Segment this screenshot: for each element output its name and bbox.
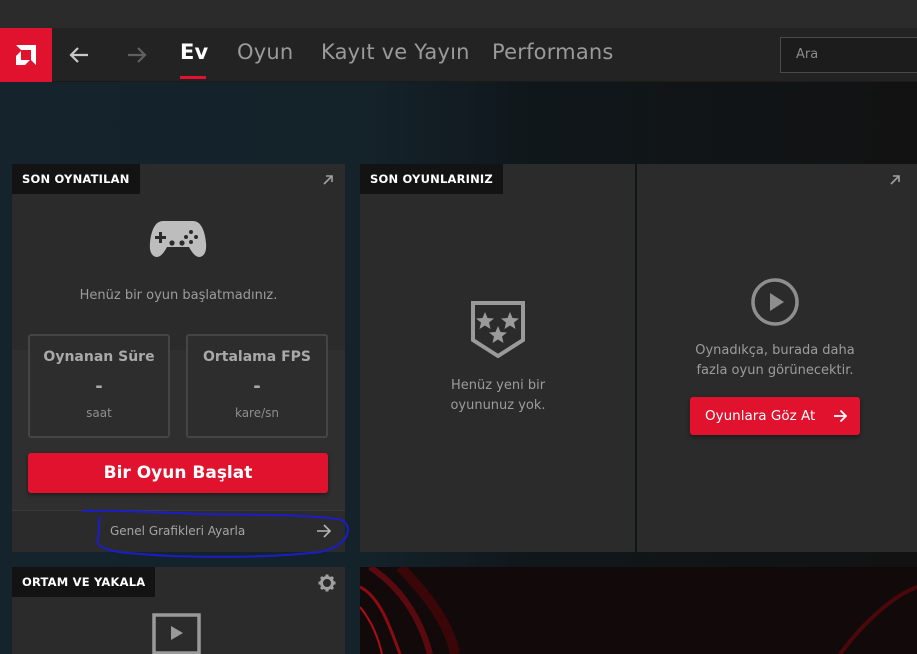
- arrow-right-icon: [834, 409, 848, 423]
- recent-games-card: SON OYUNLARINIZ Henüz yeni bir oyununuz …: [360, 164, 635, 552]
- top-navigation: Ev Oyun Kayıt ve Yayın Performans Ara: [0, 28, 917, 82]
- gear-icon[interactable]: [318, 574, 336, 592]
- expand-icon[interactable]: [321, 173, 335, 187]
- stat-unit: saat: [86, 406, 112, 420]
- tab-oyun[interactable]: Oyun: [237, 40, 293, 64]
- more-games-panel: Oynadıkça, burada daha fazla oyun görüne…: [637, 164, 917, 552]
- stat-value: -: [95, 376, 103, 397]
- average-fps-box: Ortalama FPS - kare/sn: [186, 334, 328, 438]
- recently-played-tag: SON OYNATILAN: [12, 164, 140, 194]
- stat-title: Oynanan Süre: [43, 349, 155, 365]
- stat-unit: kare/sn: [234, 406, 280, 420]
- media-capture-card: ORTAM VE YAKALA: [12, 567, 345, 654]
- no-game-text: Henüz bir oyun başlatmadınız.: [79, 288, 278, 303]
- tab-kayit-ve-yayin[interactable]: Kayıt ve Yayın: [321, 40, 470, 64]
- active-tab-indicator: [180, 76, 206, 79]
- promo-banner[interactable]: [360, 567, 917, 654]
- search-input[interactable]: Ara: [780, 37, 917, 73]
- recent-games-tag: SON OYUNLARINIZ: [360, 164, 503, 194]
- stat-title: Ortalama FPS: [202, 349, 311, 365]
- gamepad-icon: [149, 221, 207, 257]
- play-circle-icon: [751, 278, 799, 326]
- shield-stars-icon: [471, 301, 525, 358]
- recently-played-card: SON OYNATILAN Henüz bir oyun başlatmadın…: [12, 164, 349, 558]
- stat-value: -: [253, 376, 261, 397]
- back-arrow-icon[interactable]: [66, 42, 92, 68]
- start-game-button[interactable]: Bir Oyun Başlat: [28, 453, 328, 493]
- play-time-box: Oynanan Süre - saat: [28, 334, 170, 438]
- media-capture-tag: ORTAM VE YAKALA: [12, 567, 156, 597]
- expand-icon[interactable]: [888, 173, 902, 187]
- title-bar: [0, 0, 917, 28]
- amd-logo-icon: [16, 45, 36, 65]
- annotation-scribble: [81, 509, 349, 558]
- forward-arrow-icon[interactable]: [124, 42, 150, 68]
- browse-games-label: Oyunlara Göz At: [705, 408, 816, 424]
- no-new-game-text: Henüz yeni bir oyununuz yok.: [450, 378, 546, 413]
- video-play-icon: [152, 613, 201, 654]
- amd-logo[interactable]: [0, 28, 52, 82]
- tab-ev[interactable]: Ev: [180, 40, 208, 64]
- promo-artwork: [360, 567, 917, 654]
- browse-games-button[interactable]: Oyunlara Göz At: [690, 397, 860, 435]
- more-games-text: Oynadıkça, burada daha fazla oyun görüne…: [695, 343, 855, 378]
- tab-performans[interactable]: Performans: [492, 40, 614, 64]
